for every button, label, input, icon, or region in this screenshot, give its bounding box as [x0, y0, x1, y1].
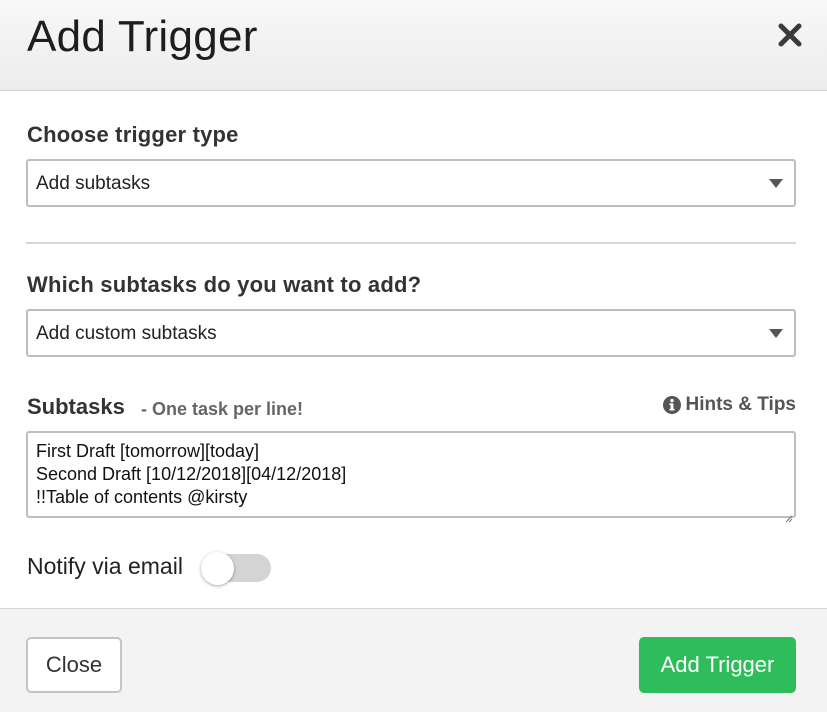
- modal-header: Add Trigger: [0, 0, 827, 91]
- subtask-source-select[interactable]: Add custom subtasks: [26, 309, 796, 357]
- info-icon: [662, 396, 681, 414]
- trigger-type-label: Choose trigger type: [27, 122, 239, 147]
- hints-tips-label: Hints & Tips: [685, 394, 797, 415]
- subtask-line: !!Table of contents @kirsty: [36, 487, 248, 507]
- add-trigger-button[interactable]: Add Trigger: [639, 637, 796, 693]
- subtasks-textarea[interactable]: First Draft [tomorrow][today] Second Dra…: [26, 431, 796, 523]
- notify-email-label: Notify via email: [27, 553, 183, 579]
- subtask-source-label: Which subtasks do you want to add?: [27, 272, 422, 297]
- caret-down-icon: [769, 179, 783, 188]
- section-divider: [26, 242, 796, 244]
- close-button[interactable]: Close: [26, 637, 122, 693]
- subtask-source-value: Add custom subtasks: [36, 323, 217, 344]
- close-icon[interactable]: [775, 20, 805, 50]
- subtasks-label: Subtasks: [27, 394, 125, 419]
- subtask-line: Second Draft [10/12/2018][04/12/2018]: [36, 464, 347, 484]
- subtask-line: First Draft [tomorrow][today]: [36, 441, 260, 461]
- resize-grip-icon[interactable]: [784, 506, 793, 523]
- add-trigger-modal: Add Trigger Choose trigger type Add subt…: [0, 0, 827, 712]
- toggle-knob: [201, 552, 234, 585]
- modal-title: Add Trigger: [27, 12, 258, 61]
- subtasks-hint: - One task per line!: [141, 399, 304, 419]
- trigger-type-value: Add subtasks: [36, 173, 151, 194]
- hints-tips-link[interactable]: Hints & Tips: [662, 394, 797, 416]
- modal-footer: Close Add Trigger: [0, 608, 827, 712]
- trigger-type-select[interactable]: Add subtasks: [26, 159, 796, 207]
- notify-email-toggle[interactable]: [201, 552, 271, 585]
- caret-down-icon: [769, 329, 783, 338]
